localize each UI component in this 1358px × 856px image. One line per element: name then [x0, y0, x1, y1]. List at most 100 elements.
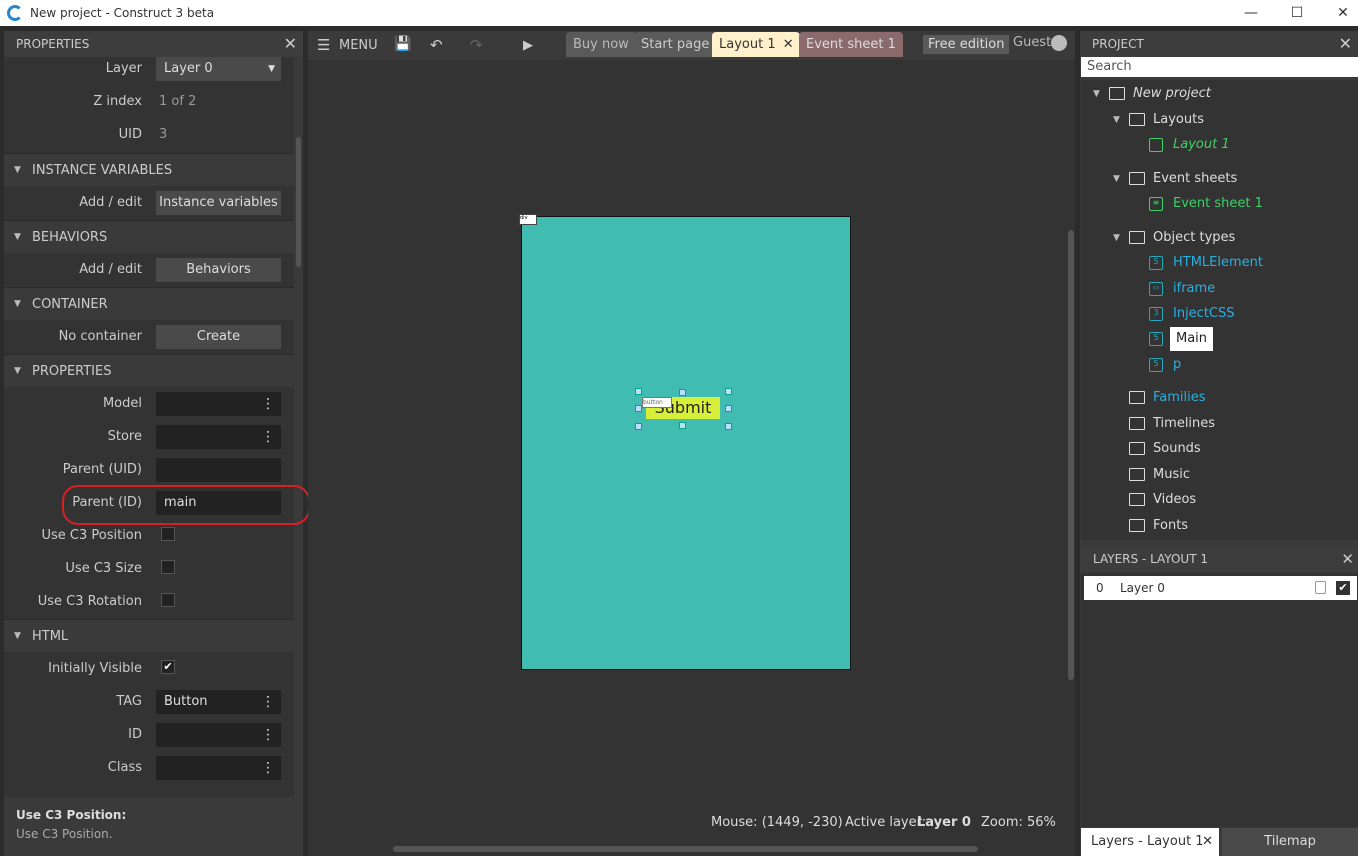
use-c3-position-checkbox[interactable]	[161, 527, 175, 541]
free-edition-badge[interactable]: Free edition	[923, 35, 1010, 54]
section-container[interactable]: ▼ CONTAINER	[4, 287, 294, 320]
prop-label: Model	[102, 396, 142, 411]
tab-buy-now[interactable]: Buy now	[566, 32, 636, 57]
layer-select[interactable]: Layer 0 ▼	[156, 57, 281, 81]
folder-icon	[1109, 87, 1125, 100]
resize-handle[interactable]	[725, 405, 732, 412]
tag-field[interactable]: Button ⋮	[156, 690, 281, 714]
section-behaviors[interactable]: ▼ BEHAVIORS	[4, 220, 294, 253]
html5-icon: 5	[1149, 256, 1163, 270]
layout-view[interactable]: div Submit button	[308, 60, 1067, 842]
resize-handle[interactable]	[635, 423, 642, 430]
layer-visible-checkbox[interactable]: ✔	[1336, 581, 1350, 595]
tab-layout-1[interactable]: Layout 1 ✕	[712, 32, 800, 57]
use-c3-size-checkbox[interactable]	[161, 560, 175, 574]
parent-uid-field[interactable]	[156, 458, 281, 482]
minimize-button[interactable]: —	[1228, 0, 1274, 26]
tab-tilemap[interactable]: Tilemap	[1222, 828, 1358, 856]
tab-event-sheet-1[interactable]: Event sheet 1	[799, 32, 903, 57]
initially-visible-checkbox[interactable]: ✔	[161, 660, 175, 674]
resize-handle[interactable]	[635, 405, 642, 412]
save-icon[interactable]: 💾	[394, 36, 411, 52]
tree-folder-event-sheets[interactable]: ▼ Event sheets	[1113, 167, 1238, 191]
mouse-position: Mouse: (1449, -230)	[711, 815, 843, 830]
expand-triangle-icon[interactable]: ▼	[1113, 108, 1120, 132]
more-options-icon[interactable]: ⋮	[261, 690, 275, 714]
tree-folder-object-types[interactable]: ▼ Object types	[1113, 226, 1235, 250]
viewport-vertical-scrollbar[interactable]	[1067, 60, 1075, 842]
class-field[interactable]: ⋮	[156, 756, 281, 780]
tree-folder-timelines[interactable]: Timelines	[1129, 412, 1215, 436]
tree-label: Event sheets	[1153, 171, 1238, 186]
tree-item-htmlelement[interactable]: 5 HTMLElement	[1149, 251, 1263, 275]
close-project-icon[interactable]: ✕	[1339, 34, 1352, 53]
scrollbar-thumb[interactable]	[296, 137, 301, 267]
tree-root[interactable]: ▼ New project	[1093, 82, 1211, 106]
layer-row[interactable]: 0 Layer 0 ✔	[1084, 576, 1357, 600]
more-options-icon[interactable]: ⋮	[261, 425, 275, 449]
section-html[interactable]: ▼ HTML	[4, 619, 294, 652]
model-field[interactable]: ⋮	[156, 392, 281, 416]
redo-icon[interactable]: ↷	[470, 36, 483, 54]
more-options-icon[interactable]: ⋮	[261, 723, 275, 747]
resize-handle[interactable]	[725, 423, 732, 430]
user-avatar-icon[interactable]	[1051, 35, 1067, 51]
prop-label: No container	[58, 329, 142, 344]
id-field[interactable]: ⋮	[156, 723, 281, 747]
behaviors-button[interactable]: Behaviors	[156, 258, 281, 282]
layout-area[interactable]: div Submit button	[519, 214, 851, 670]
tree-folder-layouts[interactable]: ▼ Layouts	[1113, 108, 1204, 132]
close-tab-icon[interactable]: ✕	[1202, 828, 1213, 856]
tree-folder-sounds[interactable]: Sounds	[1129, 437, 1201, 461]
close-layers-icon[interactable]: ✕	[1341, 546, 1354, 572]
collapse-triangle-icon: ▼	[14, 299, 21, 309]
tree-item-layout-1[interactable]: Layout 1	[1149, 133, 1230, 157]
scrollbar-thumb[interactable]	[1068, 230, 1074, 680]
create-container-button[interactable]: Create	[156, 325, 281, 349]
lock-icon[interactable]	[1315, 581, 1326, 594]
close-properties-icon[interactable]: ✕	[284, 34, 297, 53]
properties-scrollbar[interactable]	[295, 57, 302, 797]
resize-handle[interactable]	[635, 388, 642, 395]
use-c3-rotation-checkbox[interactable]	[161, 593, 175, 607]
section-instance-variables[interactable]: ▼ INSTANCE VARIABLES	[4, 153, 294, 186]
resize-handle[interactable]	[679, 389, 686, 396]
tab-layers-layout-1[interactable]: Layers - Layout 1 ✕	[1081, 828, 1219, 856]
expand-triangle-icon[interactable]: ▼	[1093, 82, 1100, 106]
tree-item-main[interactable]: 5 Main	[1149, 327, 1214, 351]
prop-row-model: Model ⋮	[4, 387, 294, 420]
folder-icon	[1129, 231, 1145, 244]
tree-label: HTMLElement	[1173, 255, 1263, 270]
resize-handle[interactable]	[725, 388, 732, 395]
viewport-horizontal-scrollbar[interactable]	[308, 842, 1075, 856]
expand-triangle-icon[interactable]: ▼	[1113, 167, 1120, 191]
tab-start-page[interactable]: Start page	[634, 32, 717, 57]
div-origin-marker[interactable]: div	[519, 214, 537, 225]
more-options-icon[interactable]: ⋮	[261, 392, 275, 416]
expand-triangle-icon[interactable]: ▼	[1113, 226, 1120, 250]
store-field[interactable]: ⋮	[156, 425, 281, 449]
instance-variables-button[interactable]: Instance variables	[156, 191, 281, 215]
tree-item-iframe[interactable]: ‹› iframe	[1149, 277, 1215, 301]
tree-folder-videos[interactable]: Videos	[1129, 488, 1196, 512]
resize-handle[interactable]	[679, 422, 686, 429]
prop-label: ID	[128, 727, 142, 742]
tree-folder-families[interactable]: Families	[1129, 386, 1206, 410]
close-window-button[interactable]: ✕	[1320, 0, 1358, 26]
user-name[interactable]: Guest	[1013, 35, 1051, 50]
maximize-button[interactable]: ☐	[1274, 0, 1320, 26]
menu-icon[interactable]: ☰	[317, 36, 330, 54]
tree-item-p[interactable]: 5 p	[1149, 353, 1181, 377]
more-options-icon[interactable]: ⋮	[261, 756, 275, 780]
play-icon[interactable]: ▶	[523, 38, 533, 53]
undo-icon[interactable]: ↶	[430, 36, 443, 54]
tree-folder-music[interactable]: Music	[1129, 463, 1190, 487]
section-plugin-properties[interactable]: ▼ PROPERTIES	[4, 354, 294, 387]
menu-button[interactable]: MENU	[339, 38, 378, 53]
close-tab-icon[interactable]: ✕	[783, 32, 794, 57]
tree-item-event-sheet-1[interactable]: ≡ Event sheet 1	[1149, 192, 1263, 216]
scrollbar-thumb[interactable]	[393, 846, 978, 852]
tree-item-injectcss[interactable]: 3 InjectCSS	[1149, 302, 1235, 326]
tree-folder-fonts[interactable]: Fonts	[1129, 514, 1188, 538]
project-search-input[interactable]: Search	[1081, 57, 1358, 77]
